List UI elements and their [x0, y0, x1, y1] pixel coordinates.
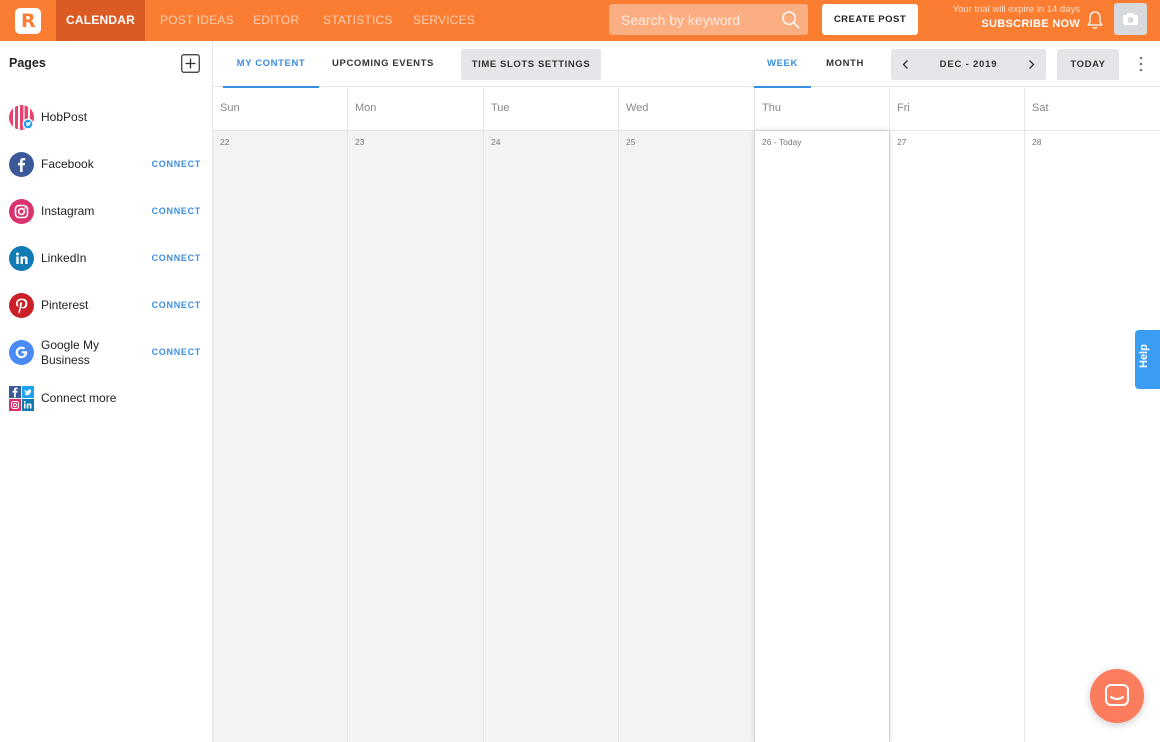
page-name: LinkedIn: [41, 251, 87, 265]
nav-services[interactable]: SERVICES: [413, 0, 475, 41]
page-name: Google My Business: [41, 338, 100, 367]
sidebar-title: Pages: [9, 56, 46, 70]
google-icon: [9, 340, 34, 365]
day-date: 22: [220, 137, 230, 147]
page-name: HobPost: [41, 110, 88, 124]
chat-launcher-button[interactable]: [1090, 669, 1144, 723]
day-of-week: Mon: [355, 102, 377, 114]
trial-text: Your trial will expire in 14 days: [952, 4, 1080, 15]
day-date: 27: [897, 137, 907, 147]
bell-icon[interactable]: [1086, 10, 1104, 30]
sidebar-item-google-my-business[interactable]: Google My Business CONNECT: [0, 333, 212, 373]
sidebar-item-linkedin[interactable]: LinkedIn CONNECT: [0, 239, 212, 279]
sidebar-item-pinterest[interactable]: Pinterest CONNECT: [0, 286, 212, 326]
avatar[interactable]: [1114, 3, 1147, 35]
facebook-icon: [9, 152, 34, 177]
trial-notice: Your trial will expire in 14 days SUBSCR…: [930, 4, 1080, 32]
chevron-right-icon[interactable]: [1026, 59, 1036, 70]
sidebar-header: Pages: [0, 41, 212, 86]
help-tab[interactable]: Help: [1135, 330, 1160, 389]
connect-facebook-link[interactable]: CONNECT: [152, 159, 201, 169]
top-bar: R CALENDAR POST IDEAS EDITOR STATISTICS …: [0, 0, 1160, 41]
connect-more-icon: [9, 386, 34, 411]
main-area: MY CONTENT UPCOMING EVENTS TIME SLOTS SE…: [213, 41, 1160, 742]
more-options-icon[interactable]: [1137, 55, 1145, 73]
day-of-week: Tue: [491, 102, 510, 114]
nav-calendar[interactable]: CALENDAR: [56, 0, 145, 41]
day-column-wed[interactable]: Wed 25: [619, 88, 755, 742]
tab-upcoming-events[interactable]: UPCOMING EVENTS: [323, 41, 443, 87]
chevron-left-icon[interactable]: [901, 59, 911, 70]
date-navigator: DEC - 2019: [891, 49, 1046, 80]
day-of-week: Thu: [762, 102, 781, 114]
nav-statistics[interactable]: STATISTICS: [323, 0, 393, 41]
day-date: 26 - Today: [762, 137, 802, 147]
day-of-week: Sat: [1032, 102, 1049, 114]
current-period: DEC - 2019: [939, 59, 998, 70]
week-calendar: Sun 22 Mon 23 Tue 24 Wed 25 Thu 26 - Tod…: [213, 88, 1160, 742]
hobpost-icon: [9, 105, 34, 130]
connect-pinterest-link[interactable]: CONNECT: [152, 300, 201, 310]
sidebar-item-hobpost[interactable]: HobPost: [0, 98, 212, 138]
help-label: Help: [1138, 344, 1150, 368]
app-logo[interactable]: R: [0, 0, 56, 41]
day-column-tue[interactable]: Tue 24: [484, 88, 619, 742]
day-date: 25: [626, 137, 636, 147]
logo-icon: R: [15, 7, 41, 34]
day-column-sat[interactable]: Sat 28: [1025, 88, 1160, 742]
view-month-tab[interactable]: MONTH: [816, 41, 874, 87]
day-date: 24: [491, 137, 501, 147]
nav-post-ideas[interactable]: POST IDEAS: [160, 0, 234, 41]
camera-icon: [1123, 13, 1138, 25]
connect-linkedin-link[interactable]: CONNECT: [152, 253, 201, 263]
page-name: Connect more: [41, 391, 117, 405]
search-box: [609, 4, 808, 35]
add-page-icon[interactable]: [181, 54, 200, 73]
connect-instagram-link[interactable]: CONNECT: [152, 206, 201, 216]
connect-google-my-business-link[interactable]: CONNECT: [152, 347, 201, 357]
sidebar-item-instagram[interactable]: Instagram CONNECT: [0, 192, 212, 232]
view-week-tab[interactable]: WEEK: [754, 41, 811, 88]
day-column-mon[interactable]: Mon 23: [348, 88, 484, 742]
page-name: Facebook: [41, 157, 94, 171]
pinterest-icon: [9, 293, 34, 318]
today-button[interactable]: TODAY: [1057, 49, 1119, 80]
day-column-thu-today[interactable]: Thu 26 - Today: [755, 88, 890, 742]
page-name: Pinterest: [41, 298, 89, 312]
day-column-fri[interactable]: Fri 27: [890, 88, 1025, 742]
time-slots-settings-button[interactable]: TIME SLOTS SETTINGS: [461, 49, 601, 80]
search-icon[interactable]: [781, 10, 800, 29]
day-of-week: Sun: [220, 102, 240, 114]
day-of-week: Fri: [897, 102, 910, 114]
sidebar-item-connect-more[interactable]: Connect more: [0, 379, 212, 419]
sidebar-item-facebook[interactable]: Facebook CONNECT: [0, 145, 212, 185]
calendar-toolbar: MY CONTENT UPCOMING EVENTS TIME SLOTS SE…: [213, 41, 1160, 88]
linkedin-icon: [9, 246, 34, 271]
day-of-week: Wed: [626, 102, 649, 114]
day-column-sun[interactable]: Sun 22: [213, 88, 348, 742]
day-date: 23: [355, 137, 365, 147]
nav-editor[interactable]: EDITOR: [253, 0, 299, 41]
sidebar: Pages HobPost Facebook CONNECT Instagram…: [0, 41, 213, 742]
chat-icon: [1105, 684, 1129, 706]
day-date: 28: [1032, 137, 1042, 147]
tab-my-content[interactable]: MY CONTENT: [223, 41, 319, 88]
subscribe-now-link[interactable]: SUBSCRIBE NOW: [930, 16, 1080, 32]
search-input[interactable]: [609, 4, 777, 35]
page-name: Instagram: [41, 204, 95, 218]
instagram-icon: [9, 199, 34, 224]
create-post-button[interactable]: CREATE POST: [822, 4, 918, 35]
